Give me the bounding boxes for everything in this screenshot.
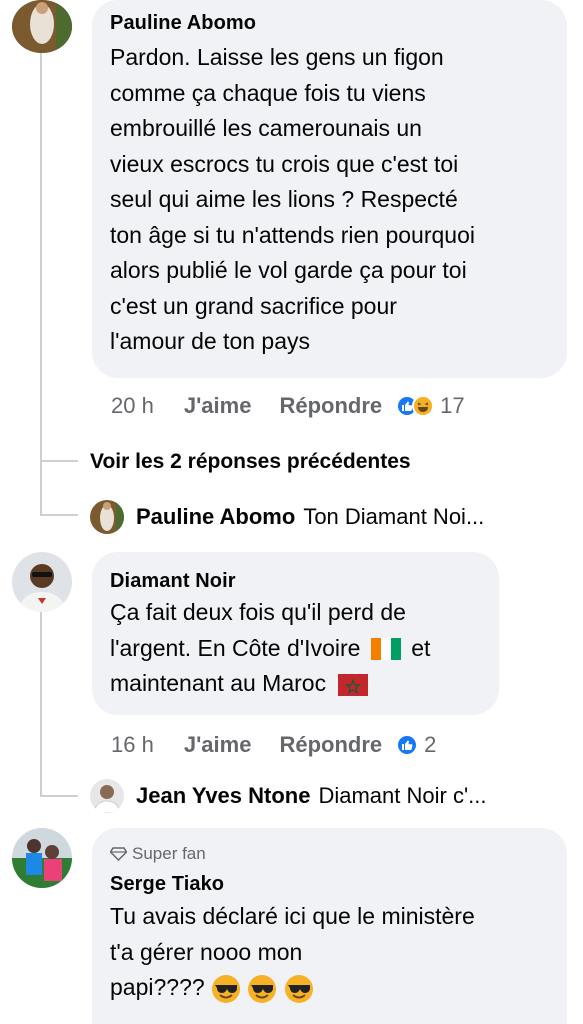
thread-line-branch-2: [40, 514, 78, 516]
comment-author[interactable]: Serge Tiako: [110, 873, 224, 896]
reactions[interactable]: 17: [396, 393, 465, 419]
ivory-coast-flag-icon: [370, 638, 401, 661]
reply-button[interactable]: Répondre: [279, 393, 382, 419]
reply-author[interactable]: Jean Yves Ntone: [136, 783, 310, 809]
comment-text-line: vieux escrocs tu crois que c'est toi: [110, 150, 459, 177]
view-previous-replies-link[interactable]: Voir les 2 réponses précédentes: [90, 450, 411, 474]
comment-text-line: Pardon. Laisse les gens un figon: [110, 44, 444, 70]
comment-text: Pardon. Laisse les gens un figon comme ç…: [110, 40, 475, 360]
comment-text-line: alors publié le vol garde ça pour toi: [110, 257, 467, 283]
comment-bubble: Super fan Serge Tiako Tu avais déclaré i…: [92, 828, 567, 1024]
avatar[interactable]: [12, 828, 72, 888]
thread-line-2: [40, 612, 42, 797]
comment-text-line: c'est un grand sacrifice pour: [110, 292, 397, 319]
morocco-flag-icon: [338, 673, 369, 696]
comment-bubble: Pauline Abomo Pardon. Laisse les gens un…: [92, 0, 567, 378]
comment-text-line: ton âge si tu n'attends rien pourquoi: [110, 221, 475, 248]
like-button[interactable]: J'aime: [184, 732, 252, 758]
thread-line-branch-1: [40, 460, 78, 462]
sunglasses-emoji-icon: [212, 974, 241, 1003]
sunglasses-emoji-icon: [284, 974, 313, 1003]
thread-line-branch-3: [40, 795, 78, 797]
comment-text: Tu avais déclaré ici que le ministère t'…: [110, 899, 475, 1006]
comment-text-line: l'amour de ton pays: [110, 328, 311, 354]
comment-text-line-3: maintenant au Maroc: [110, 666, 430, 702]
avatar: [90, 500, 124, 534]
comment-text-fragment: et: [411, 634, 431, 661]
avatar: [90, 779, 124, 813]
sunglasses-emoji-icon: [248, 974, 277, 1003]
reply-button[interactable]: Répondre: [279, 732, 382, 758]
comment-author[interactable]: Diamant Noir: [110, 570, 236, 593]
like-button[interactable]: J'aime: [184, 393, 252, 419]
comment-text-line-3: papi????: [110, 970, 475, 1006]
laugh-emoji-icon: [412, 395, 435, 417]
avatar[interactable]: [12, 0, 72, 53]
reply-author[interactable]: Pauline Abomo: [136, 504, 295, 530]
comment-text-line: seul qui aime les lions ? Respecté: [110, 186, 458, 212]
comment-meta: 16 h J'aime Répondre 2: [111, 732, 436, 758]
comment-time[interactable]: 16 h: [111, 732, 154, 758]
reply-preview[interactable]: Jean Yves Ntone Diamant Noir c'...: [90, 779, 487, 813]
comment-text-line-2: l'argent. En Côte d'Ivoire et: [110, 631, 430, 667]
reactions[interactable]: 2: [396, 732, 436, 758]
reply-preview[interactable]: Pauline Abomo Ton Diamant Noi...: [90, 500, 484, 534]
thread-line-1: [40, 52, 42, 515]
comment-text-line: Tu avais déclaré ici que le ministère: [110, 903, 475, 929]
reaction-count: 2: [424, 732, 437, 757]
super-fan-badge: Super fan: [110, 844, 206, 864]
comment-text-fragment: papi????: [110, 974, 205, 1000]
comment-meta: 20 h J'aime Répondre 17: [111, 393, 465, 419]
comment-text-fragment: maintenant au Maroc: [110, 670, 327, 696]
comment-bubble: Diamant Noir Ça fait deux fois qu'il per…: [92, 552, 499, 715]
comment-text-line: embrouillé les camerounais un: [110, 115, 422, 141]
reply-text: Ton Diamant Noi...: [303, 504, 485, 529]
comment-text-line: t'a gérer nooo mon: [110, 938, 303, 965]
comment-text: Ça fait deux fois qu'il perd de l'argent…: [110, 595, 430, 702]
diamond-icon: [110, 847, 127, 861]
comment-text-fragment: l'argent. En Côte d'Ivoire: [110, 634, 361, 661]
reaction-count: 17: [440, 393, 465, 418]
comment-text-line: comme ça chaque fois tu viens: [110, 79, 426, 106]
comment-text-line: Ça fait deux fois qu'il perd de: [110, 599, 406, 625]
reply-text: Diamant Noir c'...: [318, 783, 487, 808]
like-icon: [396, 734, 419, 756]
avatar[interactable]: [12, 552, 72, 612]
comment-author[interactable]: Pauline Abomo: [110, 12, 256, 35]
comment-time[interactable]: 20 h: [111, 393, 154, 419]
badge-label: Super fan: [132, 844, 206, 863]
